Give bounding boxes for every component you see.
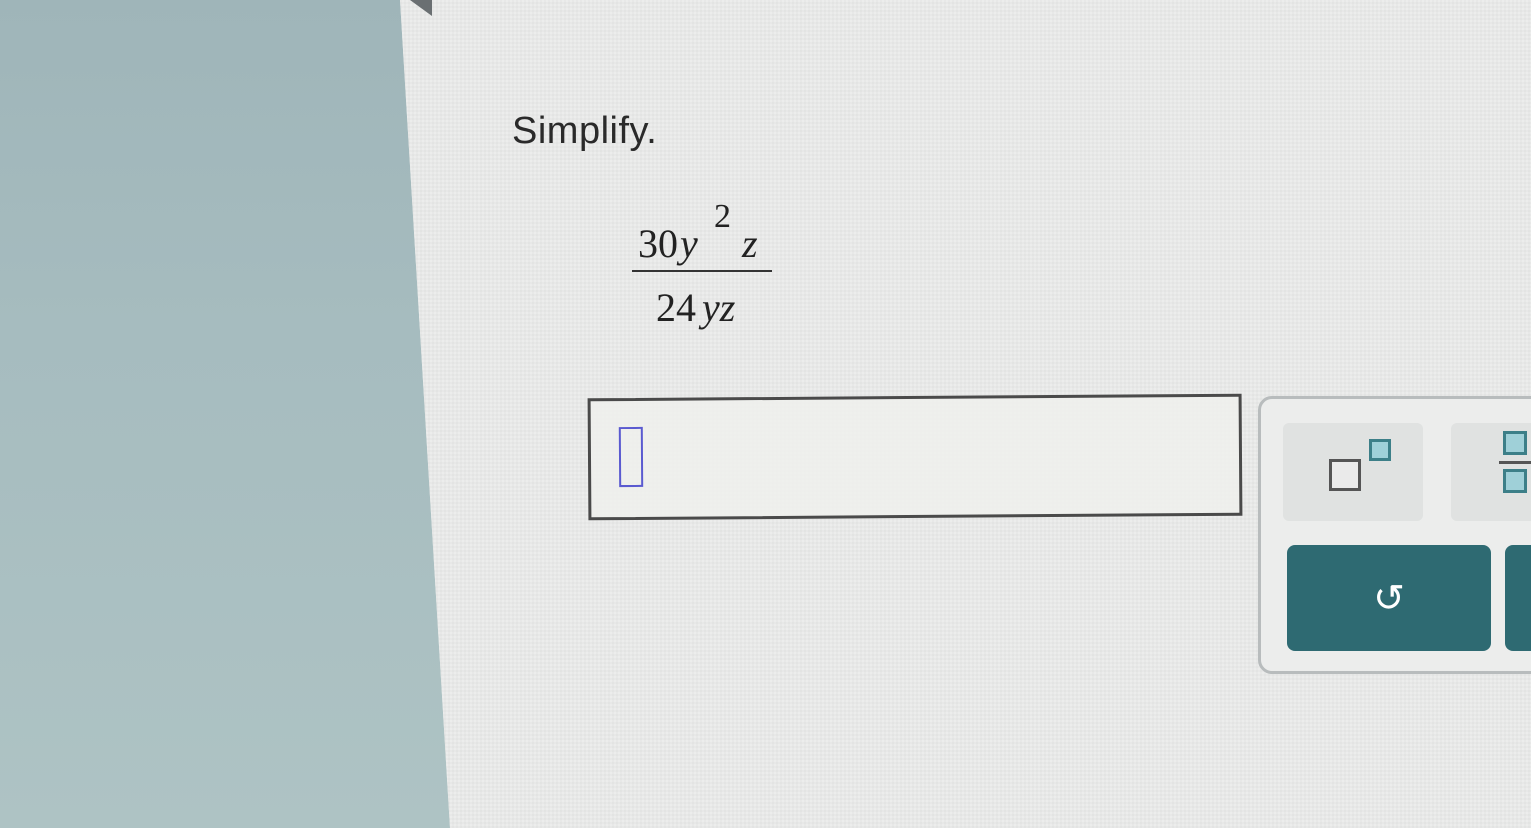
denominator-coefficient: 24 xyxy=(656,285,696,330)
math-toolbar: ↺ xyxy=(1258,396,1531,674)
superscript-template-icon xyxy=(1329,459,1361,491)
fraction-button[interactable] xyxy=(1451,423,1531,521)
numerator-coefficient: 30 xyxy=(638,221,678,266)
denominator-variables: yz xyxy=(702,285,736,330)
numerator-variable-y: y xyxy=(680,221,698,266)
fraction-line-icon xyxy=(1499,461,1531,464)
exponent-button[interactable] xyxy=(1283,423,1423,521)
numerator: 30 y 2 z xyxy=(632,198,774,270)
question-instruction: Simplify. xyxy=(512,110,658,152)
undo-button[interactable]: ↺ xyxy=(1287,545,1491,651)
next-toolbar-button[interactable] xyxy=(1505,545,1531,651)
denominator: 24 yz xyxy=(632,272,774,332)
given-expression: 30 y 2 z 24 yz xyxy=(632,198,774,332)
screen: Simplify. 30 y 2 z 24 yz ↺ xyxy=(0,0,1531,828)
fraction-numerator-slot-icon xyxy=(1503,431,1527,455)
fraction-denominator-slot-icon xyxy=(1503,469,1527,493)
input-cursor-slot[interactable] xyxy=(618,426,644,488)
numerator-variable-z: z xyxy=(742,221,758,266)
left-sidebar xyxy=(0,0,450,828)
superscript-slot-icon xyxy=(1369,439,1391,461)
undo-icon: ↺ xyxy=(1373,577,1405,620)
answer-input[interactable] xyxy=(587,393,1243,521)
numerator-exponent: 2 xyxy=(714,198,731,235)
